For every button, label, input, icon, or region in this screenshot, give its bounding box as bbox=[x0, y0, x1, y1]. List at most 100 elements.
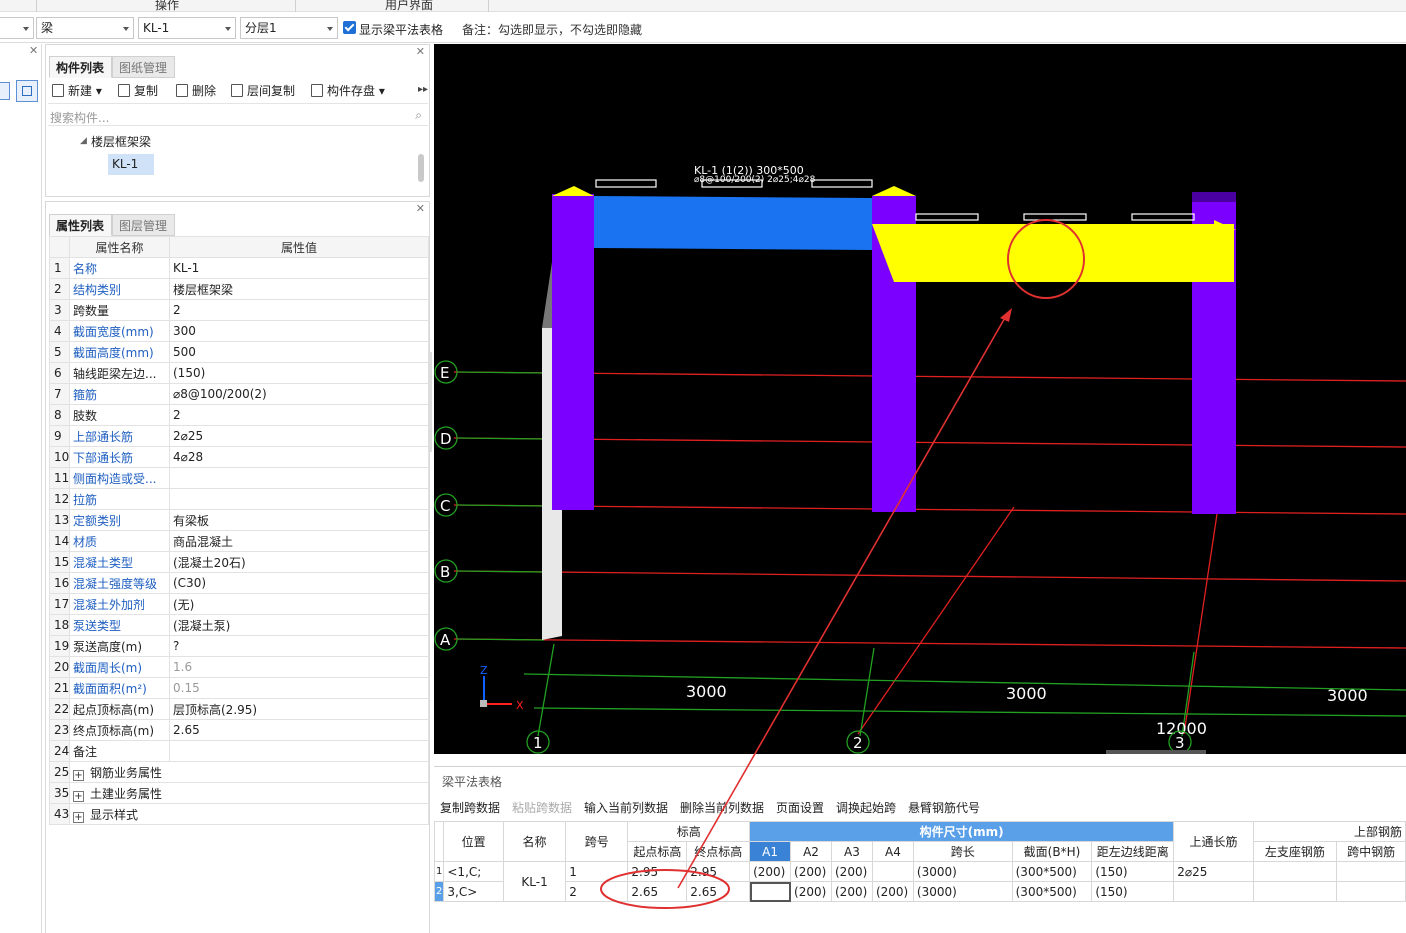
close-icon[interactable]: ✕ bbox=[29, 44, 38, 57]
property-value[interactable]: 2.65 bbox=[169, 719, 429, 741]
beam-name-cell[interactable]: KL-1 bbox=[502, 861, 567, 902]
property-row[interactable]: 15 混凝土类型 (混凝土20石) bbox=[49, 551, 429, 573]
delete-button[interactable]: 删除 bbox=[176, 80, 216, 102]
beam-left-sup-cell[interactable] bbox=[1252, 881, 1338, 902]
property-row[interactable]: 14 材质 商品混凝土 bbox=[49, 530, 429, 552]
property-value[interactable]: 商品混凝土 bbox=[169, 530, 429, 552]
property-value[interactable]: 有梁板 bbox=[169, 509, 429, 531]
copy-button[interactable]: 复制 bbox=[118, 80, 158, 102]
property-row[interactable]: 8 肢数 2 bbox=[49, 404, 429, 426]
expand-plus-icon[interactable]: + bbox=[73, 811, 84, 823]
search-input[interactable]: 搜索构件... bbox=[50, 109, 109, 126]
swap-span-button[interactable]: 调换起始跨 bbox=[836, 799, 896, 816]
property-value[interactable]: 2 bbox=[169, 404, 429, 426]
property-row[interactable]: 23 终点顶标高(m) 2.65 bbox=[49, 719, 429, 741]
beam-a2-cell[interactable]: (200) bbox=[790, 881, 832, 902]
beam-span-len-cell[interactable]: (3000) bbox=[912, 861, 1013, 882]
property-group[interactable]: + 钢筋业务属性 bbox=[69, 761, 429, 783]
beam-mid-cell[interactable] bbox=[1336, 861, 1406, 882]
beam-mid-cell[interactable] bbox=[1336, 881, 1406, 902]
property-row[interactable]: 18 泵送类型 (混凝土泵) bbox=[49, 614, 429, 636]
property-value[interactable]: 300 bbox=[169, 320, 429, 342]
property-row[interactable]: 24 备注 bbox=[49, 740, 429, 762]
property-value[interactable]: (无) bbox=[169, 593, 429, 615]
beam-a1-cell[interactable] bbox=[749, 881, 792, 902]
property-value[interactable]: 2 bbox=[169, 299, 429, 321]
input-column-button[interactable]: 输入当前列数据 bbox=[584, 799, 668, 816]
property-group[interactable]: + 显示样式 bbox=[69, 803, 429, 825]
tab-property-list[interactable]: 属性列表 bbox=[49, 214, 112, 236]
beam-span-cell[interactable]: 2 bbox=[565, 881, 629, 902]
page-setup-button[interactable]: 页面设置 bbox=[776, 799, 824, 816]
layer-select[interactable]: 分层1 bbox=[240, 17, 338, 39]
property-value[interactable]: 2⌀25 bbox=[169, 425, 429, 447]
property-row[interactable]: 43 + 显示样式 bbox=[49, 803, 429, 825]
property-value[interactable] bbox=[169, 740, 429, 762]
beam-pos-cell[interactable]: 3,C> bbox=[443, 881, 504, 902]
property-row[interactable]: 22 起点顶标高(m) 层顶标高(2.95) bbox=[49, 698, 429, 720]
property-row[interactable]: 35 + 土建业务属性 bbox=[49, 782, 429, 804]
property-row[interactable]: 4 截面宽度(mm) 300 bbox=[49, 320, 429, 342]
property-value[interactable]: 500 bbox=[169, 341, 429, 363]
property-row[interactable]: 17 混凝土外加剂 (无) bbox=[49, 593, 429, 615]
property-value[interactable] bbox=[169, 467, 429, 489]
property-row[interactable]: 7 箍筋 ⌀8@100/200(2) bbox=[49, 383, 429, 405]
save-component-button[interactable]: 构件存盘 ▾ bbox=[311, 80, 385, 102]
view-select[interactable] bbox=[0, 17, 34, 39]
beam-span-cell[interactable]: 1 bbox=[565, 861, 629, 882]
3d-viewport[interactable]: KL-1 (1(2)) 300*500 ⌀8@100/200(2) 2⌀25;4… bbox=[434, 44, 1406, 754]
beam-left-sup-cell[interactable] bbox=[1252, 861, 1338, 882]
property-value[interactable]: (C30) bbox=[169, 572, 429, 594]
property-value[interactable]: 1.6 bbox=[169, 656, 429, 678]
3d-scene[interactable]: KL-1 (1(2)) 300*500 ⌀8@100/200(2) 2⌀25;4… bbox=[434, 44, 1406, 754]
floor-copy-button[interactable]: 层间复制 bbox=[231, 80, 295, 102]
beam-elev-end-cell[interactable]: 2.65 bbox=[686, 881, 751, 902]
search-icon[interactable]: ⌕ bbox=[415, 108, 422, 123]
beam-row[interactable]: 2 3,C> 2 2.65 2.65 (200) (200) (200) (3000) (300*… bbox=[433, 881, 1406, 902]
property-row[interactable]: 2 结构类别 楼层框架梁 bbox=[49, 278, 429, 300]
scrollbar-thumb[interactable] bbox=[418, 154, 424, 182]
component-search[interactable]: 搜索构件... ⌕ bbox=[48, 106, 428, 126]
close-icon[interactable]: ✕ bbox=[416, 45, 425, 58]
property-row[interactable]: 16 混凝土强度等级 (C30) bbox=[49, 572, 429, 594]
property-row[interactable]: 10 下部通长筋 4⌀28 bbox=[49, 446, 429, 468]
beam-a4-cell[interactable] bbox=[871, 861, 914, 882]
beam-a4-cell[interactable]: (200) bbox=[871, 881, 914, 902]
beam-a1-cell[interactable]: (200) bbox=[749, 861, 792, 882]
close-icon[interactable]: ✕ bbox=[416, 202, 425, 215]
property-value[interactable]: 4⌀28 bbox=[169, 446, 429, 468]
paste-span-button[interactable]: 粘贴跨数据 bbox=[512, 799, 572, 816]
property-row[interactable]: 9 上部通长筋 2⌀25 bbox=[49, 425, 429, 447]
beam-elev-start-cell[interactable]: 2.65 bbox=[627, 881, 688, 902]
tab-layer-manage[interactable]: 图层管理 bbox=[112, 214, 175, 236]
tab-component-list[interactable]: 构件列表 bbox=[49, 56, 112, 78]
property-row[interactable]: 3 跨数量 2 bbox=[49, 299, 429, 321]
property-value[interactable]: ⌀8@100/200(2) bbox=[169, 383, 429, 405]
cantilever-code-button[interactable]: 悬臂钢筋代号 bbox=[908, 799, 980, 816]
property-value[interactable]: (150) bbox=[169, 362, 429, 384]
property-value[interactable]: ? bbox=[169, 635, 429, 657]
tree-group-label[interactable]: 楼层框架梁 bbox=[91, 133, 151, 150]
property-value[interactable] bbox=[169, 488, 429, 510]
beam-edge-cell[interactable]: (150) bbox=[1091, 861, 1175, 882]
beam-top-cont-cell[interactable]: 2⌀25 bbox=[1173, 861, 1254, 882]
property-value[interactable]: 层顶标高(2.95) bbox=[169, 698, 429, 720]
show-table-checkbox[interactable] bbox=[343, 21, 356, 34]
more-icon[interactable]: ▸▸ bbox=[418, 84, 428, 95]
property-row[interactable]: 6 轴线距梁左边... (150) bbox=[49, 362, 429, 384]
delete-column-button[interactable]: 删除当前列数据 bbox=[680, 799, 764, 816]
property-value[interactable]: (混凝土20石) bbox=[169, 551, 429, 573]
copy-span-button[interactable]: 复制跨数据 bbox=[440, 799, 500, 816]
beam-elev-start-cell[interactable]: 2.95 bbox=[627, 861, 688, 882]
property-row[interactable]: 25 + 钢筋业务属性 bbox=[49, 761, 429, 783]
property-row[interactable]: 11 侧面构造或受... bbox=[49, 467, 429, 489]
expand-plus-icon[interactable]: + bbox=[73, 790, 84, 802]
beam-pos-cell[interactable]: <1,C; bbox=[443, 861, 504, 882]
expand-icon[interactable]: ◢ bbox=[80, 136, 87, 146]
beam-span-len-cell[interactable]: (3000) bbox=[912, 881, 1013, 902]
beam-row[interactable]: 1 <1,C; KL-1 1 2.95 2.95 (200) (200) (200) (3000)… bbox=[433, 861, 1406, 902]
beam-top-cont-cell[interactable] bbox=[1173, 881, 1254, 902]
viewport-handle[interactable] bbox=[1106, 750, 1206, 754]
tab-drawing-manage[interactable]: 图纸管理 bbox=[112, 56, 175, 78]
beam-elev-end-cell[interactable]: 2.95 bbox=[686, 861, 751, 882]
